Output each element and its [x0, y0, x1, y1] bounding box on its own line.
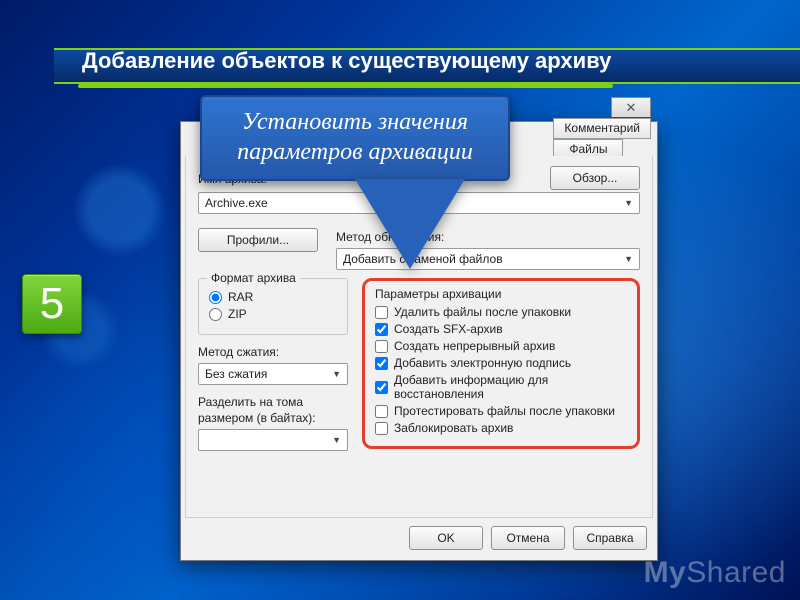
- slide-title-bar: Добавление объектов к существующему архи…: [54, 38, 800, 88]
- param-check-2[interactable]: Создать непрерывный архив: [375, 339, 627, 353]
- callout-box: Установить значения параметров архивации: [200, 95, 510, 181]
- format-rar-radio[interactable]: RAR: [209, 290, 337, 304]
- param-check-input-4[interactable]: [375, 381, 388, 394]
- step-number-badge: 5: [22, 274, 82, 334]
- help-button[interactable]: Справка: [573, 526, 647, 550]
- compression-select[interactable]: Без сжатия ▼: [198, 363, 348, 385]
- param-check-label-1: Создать SFX-архив: [394, 322, 503, 336]
- param-check-0[interactable]: Удалить файлы после упаковки: [375, 305, 627, 319]
- param-check-label-0: Удалить файлы после упаковки: [394, 305, 571, 319]
- format-zip-radio[interactable]: ZIP: [209, 307, 337, 321]
- param-check-input-0[interactable]: [375, 306, 388, 319]
- ok-button[interactable]: OK: [409, 526, 483, 550]
- param-check-5[interactable]: Протестировать файлы после упаковки: [375, 404, 627, 418]
- param-check-label-3: Добавить электронную подпись: [394, 356, 571, 370]
- watermark-rest: Shared: [686, 556, 786, 589]
- compression-value: Без сжатия: [205, 367, 267, 381]
- param-check-label-2: Создать непрерывный архив: [394, 339, 555, 353]
- format-zip-label: ZIP: [228, 307, 247, 321]
- format-zip-input[interactable]: [209, 308, 222, 321]
- close-icon: ✕: [626, 100, 637, 116]
- param-check-1[interactable]: Создать SFX-архив: [375, 322, 627, 336]
- params-legend: Параметры архивации: [375, 287, 627, 301]
- param-check-input-6[interactable]: [375, 422, 388, 435]
- tab-comment[interactable]: Комментарий: [553, 118, 651, 139]
- format-rar-label: RAR: [228, 290, 253, 304]
- callout-arrow-icon: [355, 179, 465, 269]
- slide-title: Добавление объектов к существующему архи…: [82, 48, 611, 78]
- param-check-label-6: Заблокировать архив: [394, 421, 513, 435]
- tab-strip: Комментарий Файлы: [554, 118, 651, 160]
- chevron-down-icon: ▼: [332, 369, 341, 379]
- split-size-select[interactable]: ▼: [198, 429, 348, 451]
- param-check-input-3[interactable]: [375, 357, 388, 370]
- chevron-down-icon: ▼: [332, 435, 341, 445]
- close-button[interactable]: ✕: [611, 97, 651, 117]
- compression-label: Метод сжатия:: [198, 345, 348, 359]
- instruction-callout: Установить значения параметров архивации: [200, 95, 510, 271]
- split-label-2: размером (в байтах):: [198, 411, 348, 425]
- watermark-bold: My: [644, 556, 687, 589]
- dialog-button-row: OK Отмена Справка: [409, 526, 647, 550]
- param-check-label-5: Протестировать файлы после упаковки: [394, 404, 615, 418]
- params-highlight: Параметры архивации Удалить файлы после …: [362, 278, 640, 449]
- chevron-down-icon: ▼: [624, 198, 633, 208]
- watermark: MyShared: [644, 556, 786, 590]
- param-check-3[interactable]: Добавить электронную подпись: [375, 356, 627, 370]
- param-check-input-2[interactable]: [375, 340, 388, 353]
- param-check-label-4: Добавить информацию для восстановления: [394, 373, 627, 401]
- param-check-4[interactable]: Добавить информацию для восстановления: [375, 373, 627, 401]
- split-label-1: Разделить на тома: [198, 395, 348, 409]
- param-check-6[interactable]: Заблокировать архив: [375, 421, 627, 435]
- params-groupbox: Параметры архивации Удалить файлы после …: [375, 287, 627, 435]
- browse-button[interactable]: Обзор...: [550, 166, 640, 190]
- param-check-input-1[interactable]: [375, 323, 388, 336]
- format-rar-input[interactable]: [209, 291, 222, 304]
- callout-line2: параметров архивации: [216, 137, 494, 167]
- param-check-input-5[interactable]: [375, 405, 388, 418]
- cancel-button[interactable]: Отмена: [491, 526, 565, 550]
- format-legend: Формат архива: [207, 271, 300, 285]
- chevron-down-icon: ▼: [624, 254, 633, 264]
- format-groupbox: Формат архива RAR ZIP: [198, 278, 348, 335]
- title-underline: [78, 84, 613, 88]
- callout-line1: Установить значения: [216, 107, 494, 137]
